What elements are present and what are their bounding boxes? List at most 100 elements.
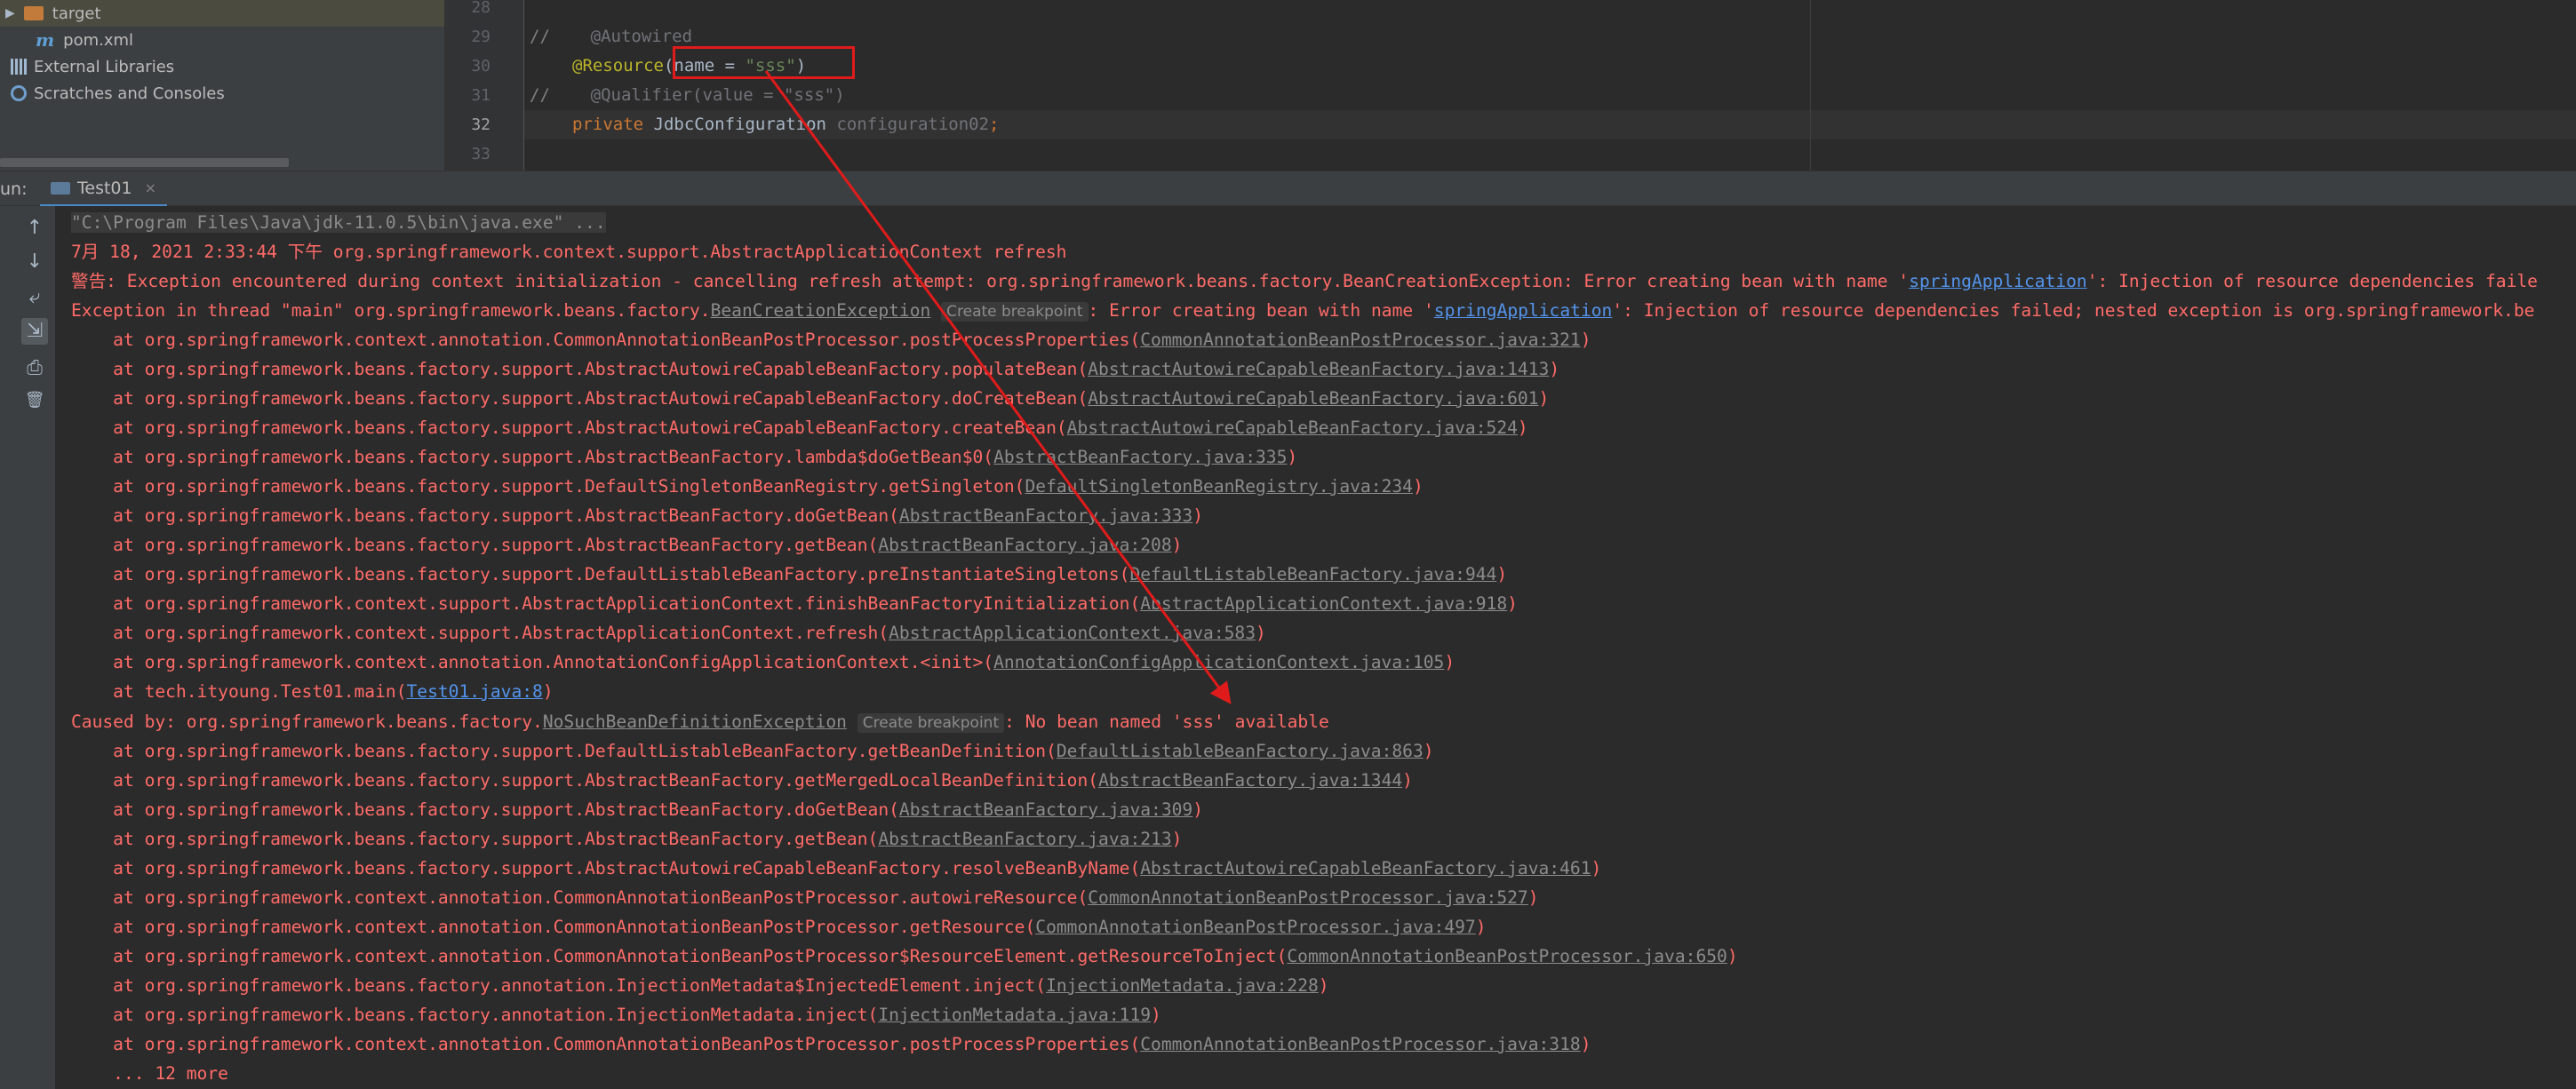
frame-end: )	[1475, 917, 1487, 937]
frame-end: )	[1727, 946, 1738, 966]
console-exception: Exception in thread "main" org.springfra…	[71, 296, 2534, 325]
maven-icon: m	[36, 29, 55, 51]
tree-item-scratches[interactable]: Scratches and Consoles	[11, 80, 225, 107]
source-link[interactable]: DefaultListableBeanFactory.java:863	[1057, 741, 1424, 761]
resource-annotation: @Resource	[572, 56, 664, 76]
console-log-date: 7月 18, 2021 2:33:44 下午 org.springframewo…	[71, 242, 1067, 262]
source-link[interactable]: Test01.java:8	[407, 681, 543, 702]
console-toolbar: ↑ ↓ ⤶ ⇲ ⎙ 🗑	[12, 206, 55, 1089]
frame-end: )	[1256, 623, 1266, 643]
frame-method: at org.springframework.beans.factory.ann…	[71, 1005, 879, 1025]
create-breakpoint-button[interactable]: Create breakpoint	[941, 302, 1089, 322]
create-breakpoint-button[interactable]: Create breakpoint	[857, 713, 1005, 733]
frame-end: )	[1171, 535, 1183, 555]
exception-class-link[interactable]: NoSuchBeanDefinitionException	[543, 711, 847, 732]
exception-text: ': Injection of resource dependencies fa…	[1612, 300, 2535, 321]
frame-method: at org.springframework.beans.factory.sup…	[71, 447, 994, 467]
library-icon	[11, 59, 27, 75]
source-link[interactable]: AbstractBeanFactory.java:309	[899, 799, 1192, 820]
frame-method: at org.springframework.context.annotatio…	[71, 1034, 1141, 1054]
source-link[interactable]: AbstractAutowireCapableBeanFactory.java:…	[1140, 858, 1591, 878]
stack-frame: at org.springframework.beans.factory.sup…	[71, 795, 1203, 824]
scroll-to-end-icon[interactable]: ⇲	[21, 318, 48, 345]
source-link[interactable]: AbstractBeanFactory.java:333	[899, 505, 1192, 526]
stack-frame: at org.springframework.beans.factory.sup…	[71, 766, 1413, 795]
source-link[interactable]: AnnotationConfigApplicationContext.java:…	[993, 652, 1444, 672]
frame-end: )	[1538, 388, 1550, 409]
soft-wrap-icon[interactable]: ⤶	[21, 284, 48, 311]
frame-method: at org.springframework.context.annotatio…	[71, 330, 1141, 350]
caused-text: : No bean named 'sss' available	[1004, 711, 1329, 732]
frame-method: at org.springframework.beans.factory.sup…	[71, 741, 1057, 761]
source-link[interactable]: DefaultListableBeanFactory.java:944	[1129, 564, 1496, 584]
frame-end: )	[1151, 1005, 1161, 1025]
run-panel-header: un: Test01 ×	[0, 171, 2576, 207]
frame-end: )	[1527, 887, 1539, 908]
source-link[interactable]: CommonAnnotationBeanPostProcessor.java:3…	[1140, 1034, 1580, 1054]
source-link[interactable]: CommonAnnotationBeanPostProcessor.java:4…	[1035, 917, 1475, 937]
source-link[interactable]: InjectionMetadata.java:119	[878, 1005, 1151, 1025]
console-output[interactable]: "C:\Program Files\Java\jdk-11.0.5\bin\ja…	[55, 206, 2576, 1089]
horizontal-scrollbar[interactable]	[0, 158, 289, 167]
tool-window-strip	[0, 206, 13, 1089]
frame-method: at org.springframework.context.annotatio…	[71, 946, 1288, 966]
source-link[interactable]: AbstractAutowireCapableBeanFactory.java:…	[1067, 417, 1518, 438]
tab-test01[interactable]: Test01 ×	[40, 171, 167, 207]
source-link[interactable]: AbstractBeanFactory.java:213	[878, 829, 1171, 849]
frame-method: at org.springframework.context.annotatio…	[71, 887, 1089, 908]
source-link[interactable]: AbstractBeanFactory.java:1344	[1098, 770, 1402, 791]
tree-item-target[interactable]: ▶ target	[0, 0, 444, 27]
source-link[interactable]: CommonAnnotationBeanPostProcessor.java:6…	[1287, 946, 1727, 966]
source-link[interactable]: AbstractApplicationContext.java:918	[1140, 593, 1507, 614]
frame-end: )	[1412, 476, 1424, 497]
source-link[interactable]: AbstractAutowireCapableBeanFactory.java:…	[1088, 388, 1538, 409]
stack-frame: at org.springframework.beans.factory.sup…	[71, 501, 1203, 530]
frame-method: at org.springframework.context.support.A…	[71, 623, 889, 643]
code-line-29[interactable]: // @Autowired	[530, 22, 692, 52]
source-link[interactable]: AbstractBeanFactory.java:335	[993, 447, 1287, 467]
line-number-current: 32	[471, 115, 490, 134]
chevron-right-icon[interactable]: ▶	[5, 6, 15, 20]
java-command[interactable]: "C:\Program Files\Java\jdk-11.0.5\bin\ja…	[71, 212, 606, 233]
stack-frame: at org.springframework.beans.factory.ann…	[71, 971, 1328, 1000]
semicolon: ;	[989, 115, 1000, 134]
exception-class-link[interactable]: BeanCreationException	[711, 300, 931, 321]
stack-frame: at org.springframework.beans.factory.sup…	[71, 854, 1601, 883]
code-line-32[interactable]: private JdbcConfiguration configuration0…	[572, 110, 1000, 139]
annotation-highlight-box	[673, 46, 855, 79]
source-link[interactable]: AbstractBeanFactory.java:208	[878, 535, 1171, 555]
close-icon[interactable]: ×	[145, 179, 156, 196]
bean-link[interactable]: springApplication	[1909, 271, 2087, 291]
frame-method: at org.springframework.context.annotatio…	[71, 917, 1036, 937]
source-link[interactable]: CommonAnnotationBeanPostProcessor.java:3…	[1140, 330, 1580, 350]
commented-annotation: @Qualifier(value = "sss")	[590, 85, 845, 105]
tree-item-pom[interactable]: m pom.xml	[36, 27, 133, 53]
print-icon[interactable]: ⎙	[21, 355, 48, 382]
bean-link[interactable]: springApplication	[1434, 300, 1613, 321]
stack-frame: at org.springframework.context.annotatio…	[71, 325, 1591, 354]
console-caused-by: Caused by: org.springframework.beans.fac…	[71, 707, 1329, 736]
tree-item-external-libraries[interactable]: External Libraries	[11, 53, 174, 80]
run-panel-label: un:	[0, 179, 28, 199]
caused-text: Caused by: org.springframework.beans.fac…	[71, 711, 543, 732]
source-link[interactable]: AbstractAutowireCapableBeanFactory.java:…	[1088, 359, 1549, 379]
frame-end: )	[1549, 359, 1560, 379]
down-arrow-icon[interactable]: ↓	[21, 249, 48, 275]
frame-method: at org.springframework.beans.factory.sup…	[71, 476, 1025, 497]
source-link[interactable]: CommonAnnotationBeanPostProcessor.java:5…	[1088, 887, 1527, 908]
up-arrow-icon[interactable]: ↑	[21, 215, 48, 242]
code-line-31[interactable]: // @Qualifier(value = "sss")	[530, 81, 845, 110]
stack-frame: at org.springframework.context.support.A…	[71, 618, 1266, 648]
console-command-line: "C:\Program Files\Java\jdk-11.0.5\bin\ja…	[71, 208, 606, 237]
trash-icon[interactable]: 🗑	[21, 387, 48, 414]
source-link[interactable]: DefaultSingletonBeanRegistry.java:234	[1025, 476, 1412, 497]
source-link[interactable]: AbstractApplicationContext.java:583	[889, 623, 1256, 643]
frame-end: )	[1192, 799, 1204, 820]
source-link[interactable]: InjectionMetadata.java:228	[1046, 975, 1319, 996]
stack-frame: at org.springframework.context.annotatio…	[71, 942, 1738, 971]
comment-marker: //	[530, 85, 550, 105]
console-warning: 警告: Exception encountered during context…	[71, 266, 2538, 296]
line-number: 30	[471, 57, 490, 76]
code-editor[interactable]: 28 29 30 31 32 33 // @Autowired @Resourc…	[444, 0, 2576, 171]
exception-text: : Error creating bean with name '	[1088, 300, 1434, 321]
